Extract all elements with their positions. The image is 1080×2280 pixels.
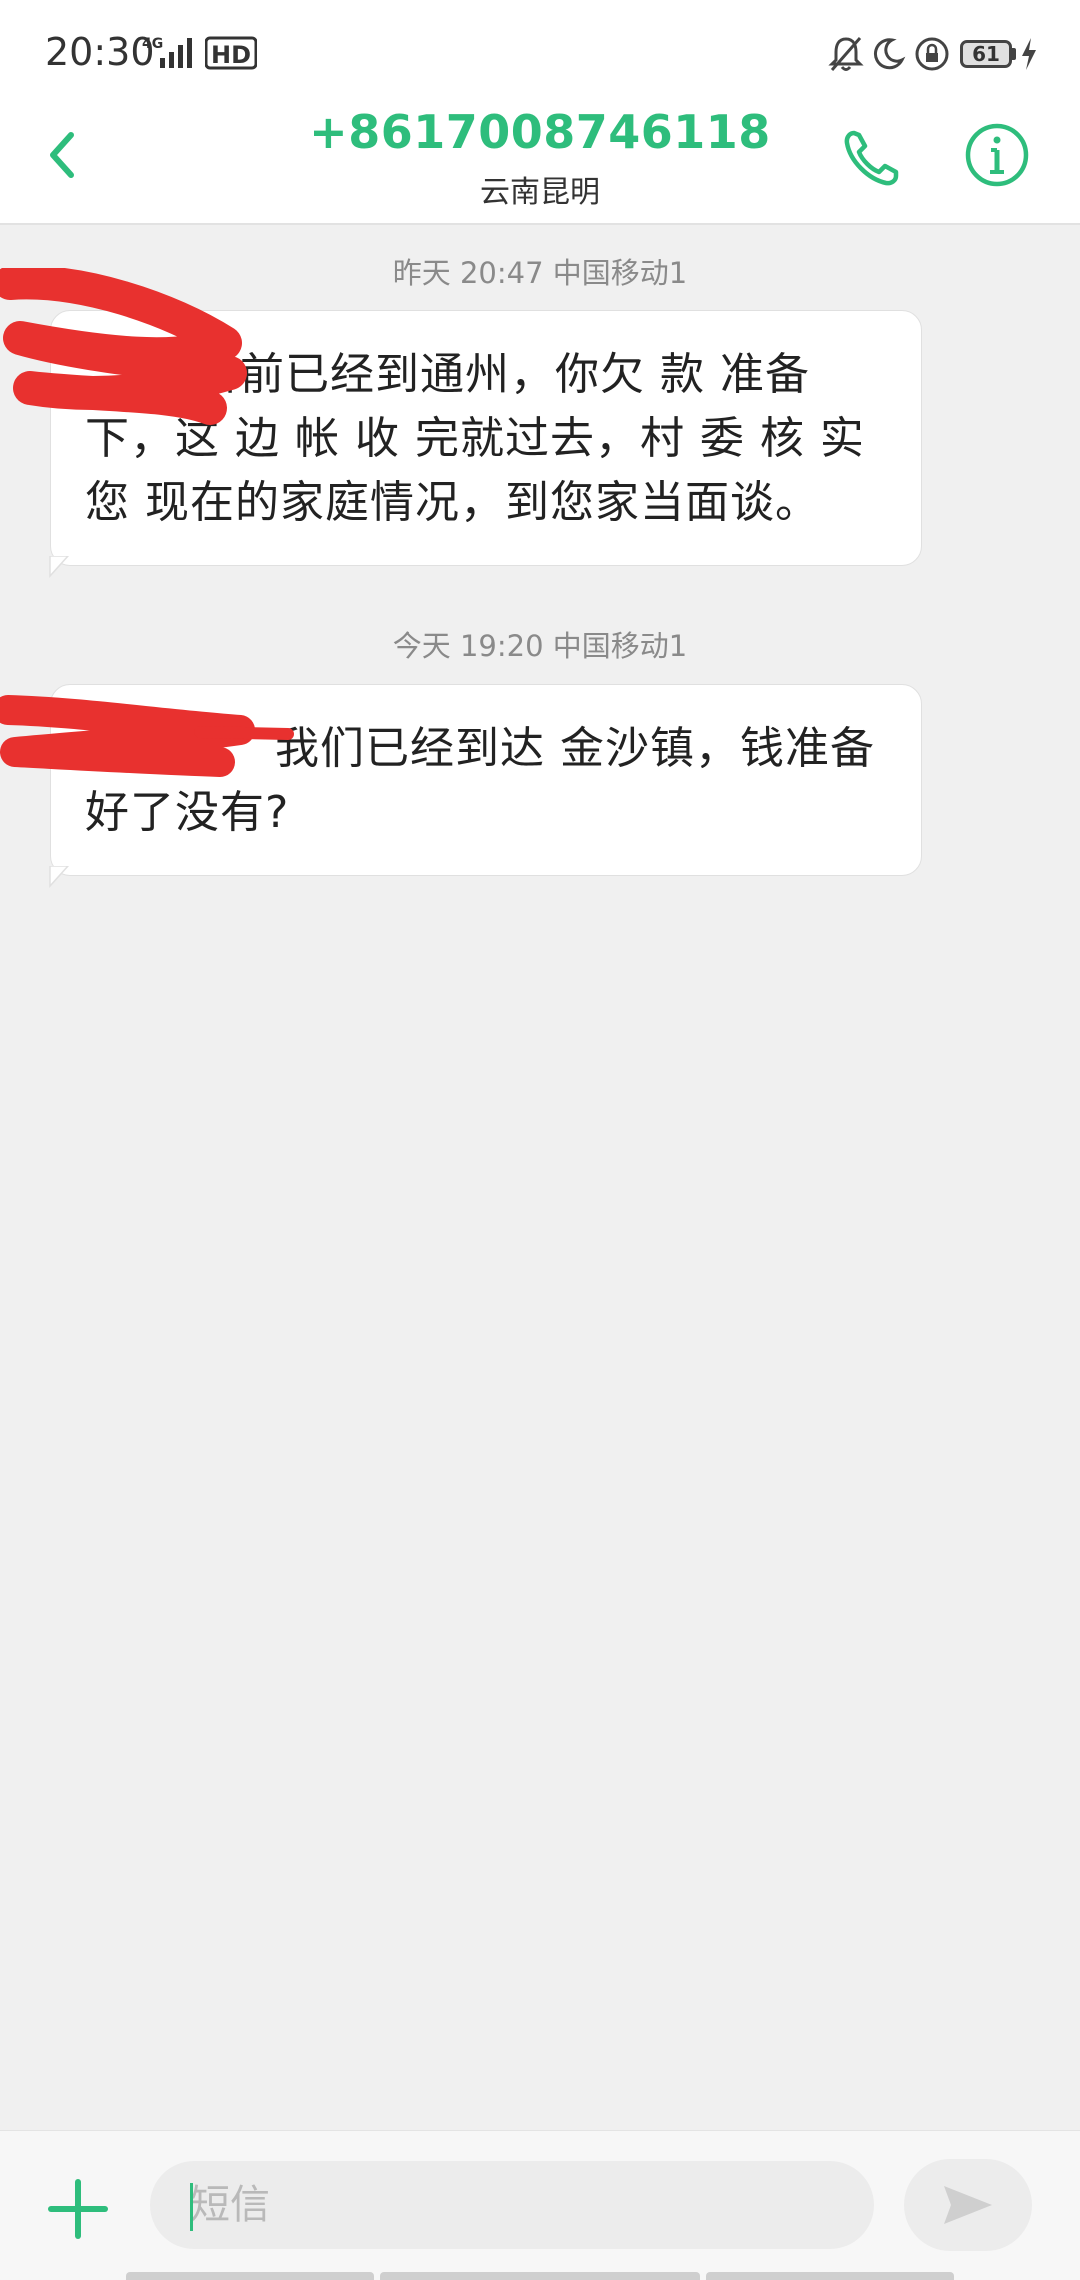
bubble-tail	[49, 866, 70, 888]
info-icon	[965, 123, 1029, 187]
status-time: 20:30	[45, 30, 155, 74]
message-timestamp: 今天 19:20 中国移动1	[392, 629, 688, 663]
message-timestamp: 昨天 20:47 中国移动1	[392, 256, 688, 290]
hd-icon: HD	[205, 36, 257, 70]
charging-bolt-icon	[1022, 38, 1036, 70]
messaging-screen: 20:30 4G HD 61 +8617008746118 云南昆明 昨天 20…	[0, 0, 1080, 2280]
phone-icon	[844, 130, 899, 186]
battery-indicator: 61	[960, 40, 1012, 68]
signal-icon	[160, 38, 192, 68]
conversation-header: +8617008746118 云南昆明	[0, 105, 1080, 225]
message-bubble[interactable]: 目前已经到通州，你欠 款 准备下，这 边 帐 收 完就过去，村 委 核 实 您 …	[50, 310, 922, 566]
status-bar: 20:30 4G HD 61	[0, 0, 1080, 105]
plus-icon	[48, 2179, 108, 2239]
send-icon	[944, 2186, 992, 2224]
call-button[interactable]	[838, 123, 908, 193]
back-button[interactable]	[35, 120, 95, 190]
sms-input[interactable]	[150, 2161, 874, 2249]
contact-number: +8617008746118	[309, 105, 771, 159]
hd-label: HD	[211, 41, 251, 69]
message-text: 我们已经到达 金沙镇，钱准备好了没有?	[85, 723, 875, 838]
message-bubble[interactable]: 我们已经到达 金沙镇，钱准备好了没有?	[50, 684, 922, 876]
battery-level: 61	[972, 42, 1000, 66]
add-attachment-button[interactable]	[45, 2176, 111, 2242]
keyboard-hint-bar	[706, 2272, 954, 2280]
chevron-left-icon	[50, 132, 74, 178]
rotation-lock-icon	[915, 37, 949, 71]
message-text: 目前已经到通州，你欠 款 准备下，这 边 帐 收 完就过去，村 委 核 实 您 …	[85, 349, 865, 528]
keyboard-hint-bar	[126, 2272, 374, 2280]
contact-location: 云南昆明	[480, 175, 600, 210]
info-button[interactable]	[962, 120, 1032, 190]
keyboard-hint-bar	[380, 2272, 700, 2280]
battery-tip	[1012, 48, 1016, 60]
notifications-muted-icon	[828, 37, 864, 71]
message-composer	[0, 2130, 1080, 2280]
send-button[interactable]	[904, 2159, 1032, 2251]
text-caret	[190, 2183, 193, 2231]
moon-icon	[873, 38, 906, 70]
bubble-tail	[49, 556, 70, 578]
